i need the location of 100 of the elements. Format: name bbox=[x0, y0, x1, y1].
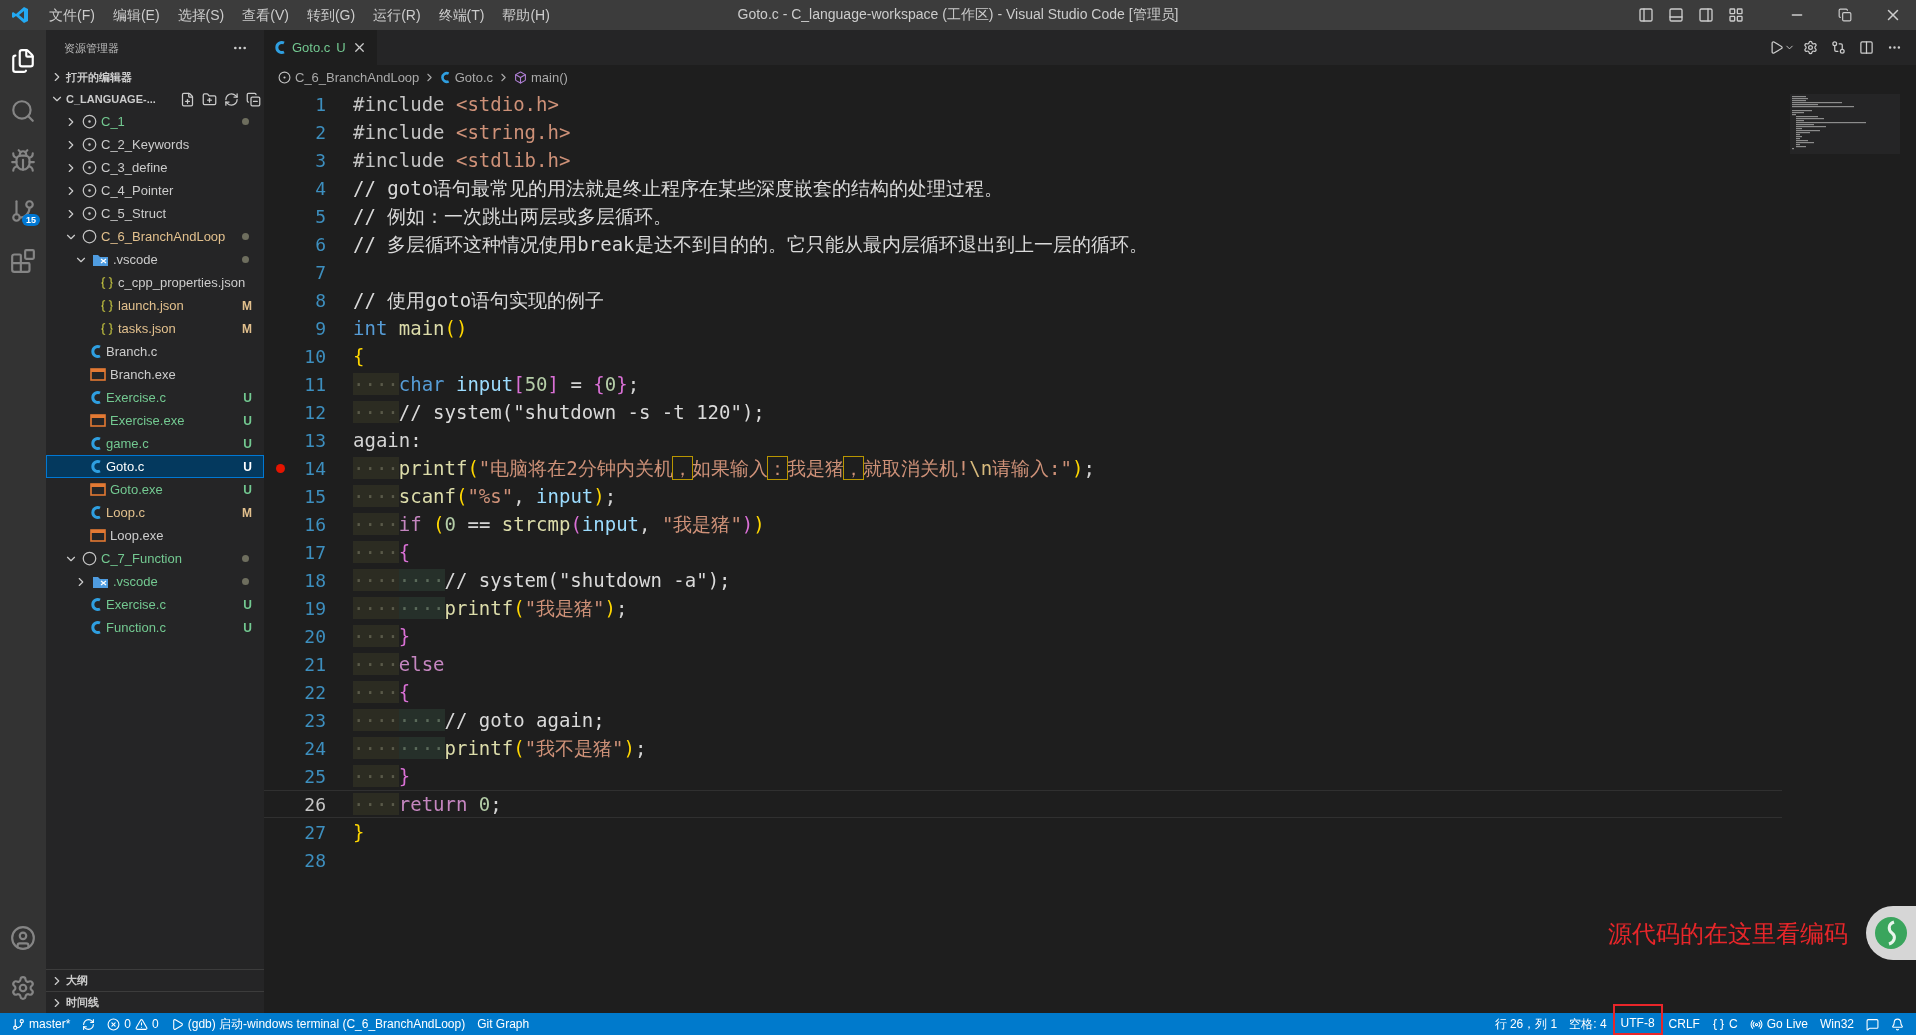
file-tree-item[interactable]: C_7_Function bbox=[46, 547, 264, 570]
git-status-letter: U bbox=[336, 40, 346, 55]
file-tree-item[interactable]: Goto.c U bbox=[46, 455, 264, 478]
braces-icon bbox=[100, 321, 114, 336]
language-status[interactable]: C bbox=[1705, 1013, 1744, 1035]
git-status-letter: U bbox=[243, 482, 252, 497]
line-number: 28 bbox=[303, 849, 326, 871]
menu-item[interactable]: 文件(F) bbox=[40, 0, 104, 30]
cube-icon bbox=[514, 71, 527, 84]
ring-icon bbox=[82, 551, 97, 566]
debug-status[interactable]: (gdb) 启动-windows terminal (C_6_BranchAndLoop) bbox=[164, 1013, 472, 1035]
line-number: 14 bbox=[303, 457, 326, 479]
file-tree-item[interactable]: Goto.exe U bbox=[46, 478, 264, 501]
file-tree-item[interactable]: c_cpp_properties.json bbox=[46, 271, 264, 294]
file-tree-item[interactable]: C_3_define bbox=[46, 156, 264, 179]
status-item[interactable]: 空格: 4 bbox=[1563, 1013, 1613, 1035]
menu-item[interactable]: 查看(V) bbox=[233, 0, 298, 30]
code-line: ········printf("我不是猪"); bbox=[353, 736, 647, 761]
warning-count: 0 bbox=[152, 1017, 159, 1031]
problems-status[interactable]: 0 0 bbox=[101, 1013, 165, 1035]
file-name: Branch.c bbox=[106, 344, 159, 359]
menu-item[interactable]: 运行(R) bbox=[364, 0, 430, 30]
status-item[interactable]: Git Graph bbox=[471, 1013, 536, 1035]
menu-item[interactable]: 选择(S) bbox=[168, 0, 234, 30]
status-item[interactable]: 行 26，列 1 bbox=[1488, 1013, 1564, 1035]
file-name: Goto.exe bbox=[110, 482, 164, 497]
code-line: ····if (0 == strcmp(input, "我是猪")) bbox=[353, 512, 765, 537]
line-number: 22 bbox=[303, 681, 326, 703]
status-item[interactable]: CRLF bbox=[1662, 1013, 1706, 1035]
ring-icon bbox=[82, 229, 97, 244]
file-tree-item[interactable]: Branch.c bbox=[46, 340, 264, 363]
file-tree-item[interactable]: C_5_Struct bbox=[46, 202, 264, 225]
file-name: c_cpp_properties.json bbox=[118, 275, 247, 290]
file-name: Branch.exe bbox=[110, 367, 177, 382]
section-title: 时间线 bbox=[66, 995, 99, 1010]
c-file-icon bbox=[90, 436, 102, 451]
file-tree-item[interactable]: Loop.c M bbox=[46, 501, 264, 524]
file-tree-item[interactable]: Loop.exe bbox=[46, 524, 264, 547]
line-number: 26 bbox=[303, 793, 326, 815]
c-file-icon bbox=[90, 620, 102, 635]
editor-tab[interactable]: Goto.c U bbox=[264, 30, 377, 65]
live-status[interactable]: Go Live bbox=[1743, 1013, 1814, 1035]
error-icon bbox=[107, 1017, 121, 1031]
code-line: ····{ bbox=[353, 540, 411, 565]
line-number: 4 bbox=[314, 177, 326, 199]
branch-status[interactable]: master* bbox=[6, 1013, 77, 1035]
floating-widget-icon[interactable] bbox=[1866, 906, 1916, 960]
file-tree-item[interactable]: C_4_Pointer bbox=[46, 179, 264, 202]
status-item[interactable]: UTF-8 bbox=[1612, 1004, 1663, 1035]
code-line: ····scanf("%s", input); bbox=[353, 484, 617, 509]
code-line: ········// goto again; bbox=[353, 708, 605, 733]
section-header[interactable]: 打开的编辑器 bbox=[46, 66, 264, 88]
line-number: 25 bbox=[303, 765, 326, 787]
ring-icon bbox=[82, 206, 97, 221]
line-number: 1 bbox=[314, 93, 326, 115]
status-text: (gdb) 启动-windows terminal (C_6_BranchAndLoop) bbox=[187, 1015, 466, 1033]
section-header[interactable]: 大纲 bbox=[46, 969, 264, 991]
menu-item[interactable]: 终端(T) bbox=[429, 0, 494, 30]
section-title: 大纲 bbox=[66, 973, 88, 988]
file-tree-item[interactable]: C_6_BranchAndLoop bbox=[46, 225, 264, 248]
branch-icon bbox=[12, 1017, 25, 1031]
braces-icon bbox=[100, 298, 114, 313]
menu-item[interactable]: 转到(G) bbox=[297, 0, 365, 30]
file-tree-item[interactable]: Branch.exe bbox=[46, 363, 264, 386]
line-number: 13 bbox=[303, 429, 326, 451]
file-tree-item[interactable]: launch.json M bbox=[46, 294, 264, 317]
file-tree-item[interactable]: Exercise.c U bbox=[46, 593, 264, 616]
file-tree-item[interactable]: Function.c U bbox=[46, 616, 264, 639]
section-header[interactable]: C_LANGUAGE-... bbox=[46, 88, 264, 110]
code-line: ····else bbox=[353, 652, 445, 677]
code-line: // 例如：一次跳出两层或多层循环。 bbox=[353, 204, 673, 229]
line-number: 12 bbox=[303, 401, 326, 423]
menu-item[interactable]: 帮助(H) bbox=[493, 0, 559, 30]
menu-item[interactable]: 编辑(E) bbox=[103, 0, 169, 30]
code-line: // 使用goto语句实现的例子 bbox=[353, 288, 605, 313]
file-tree-item[interactable]: C_2_Keywords bbox=[46, 133, 264, 156]
ring-icon bbox=[82, 137, 97, 152]
file-tree-item[interactable]: .vscode bbox=[46, 570, 264, 593]
file-tree-item[interactable]: Exercise.c U bbox=[46, 386, 264, 409]
file-tree-item[interactable]: Exercise.exe U bbox=[46, 409, 264, 432]
status-item[interactable]: Win32 bbox=[1814, 1013, 1860, 1035]
file-name: Loop.c bbox=[106, 505, 147, 520]
minimap-drawing[interactable] bbox=[1790, 94, 1900, 154]
breadcrumb-item[interactable]: C_6_BranchAndLoop bbox=[295, 70, 420, 85]
line-number: 19 bbox=[303, 597, 326, 619]
git-status-letter: U bbox=[243, 597, 252, 612]
code-line: // 多层循环这种情况使用break是达不到目的的。它只能从最内层循环退出到上一层的循环。 bbox=[353, 232, 1148, 257]
file-tree-item[interactable]: tasks.json M bbox=[46, 317, 264, 340]
line-number: 17 bbox=[303, 541, 326, 563]
file-tree-item[interactable]: C_1 bbox=[46, 110, 264, 133]
file-tree-item[interactable]: .vscode bbox=[46, 248, 264, 271]
braces-icon bbox=[100, 275, 114, 290]
source-control-icon[interactable] bbox=[10, 198, 36, 224]
breakpoint-dot[interactable] bbox=[275, 463, 285, 473]
file-name: Loop.exe bbox=[110, 528, 165, 543]
file-tree-item[interactable]: game.c U bbox=[46, 432, 264, 455]
line-number: 8 bbox=[314, 289, 326, 311]
folder-icon bbox=[92, 574, 109, 589]
breadcrumb-item[interactable]: Goto.c bbox=[454, 70, 493, 85]
breadcrumb-item[interactable]: main() bbox=[531, 70, 568, 85]
